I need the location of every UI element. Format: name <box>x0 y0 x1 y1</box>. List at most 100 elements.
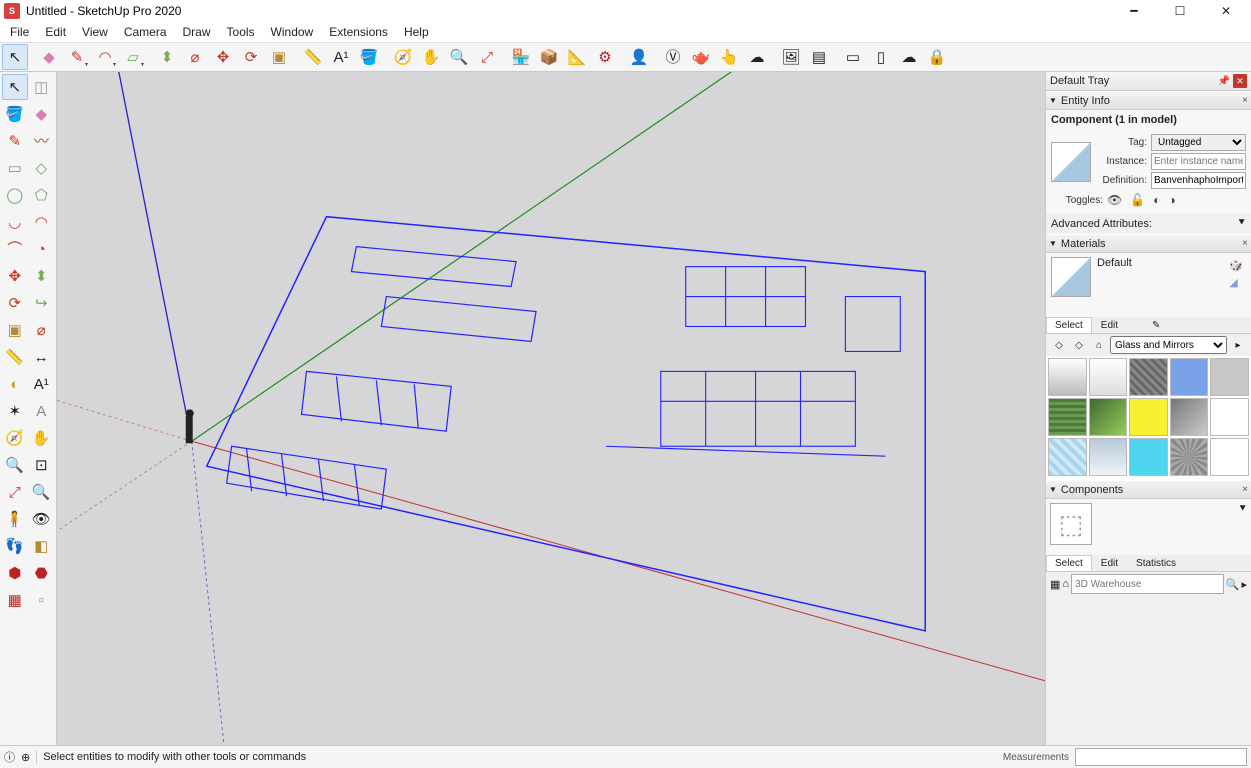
lt-polygon[interactable]: ⬠ <box>29 182 55 208</box>
toggle-shadow-icon[interactable]: ◐ <box>1153 193 1160 207</box>
framebuffer-icon[interactable]: 🖼 <box>778 44 804 70</box>
tag-select[interactable]: Untagged <box>1151 134 1246 151</box>
menu-file[interactable]: File <box>2 23 37 41</box>
lt-paint[interactable]: 🪣 <box>2 101 28 127</box>
lt-followme[interactable]: ↪ <box>29 290 55 316</box>
material-tile[interactable] <box>1089 398 1128 436</box>
menu-window[interactable]: Window <box>263 23 322 41</box>
rotate-tool[interactable]: ⟳ <box>238 44 264 70</box>
orbit-tool[interactable]: 🧭 <box>390 44 416 70</box>
paint-tool[interactable]: 🪣 <box>356 44 382 70</box>
instance-input[interactable] <box>1151 153 1246 170</box>
lt-circle[interactable]: ◯ <box>2 182 28 208</box>
material-tile[interactable] <box>1129 438 1168 476</box>
lt-walk[interactable]: 👣 <box>2 533 28 559</box>
lt-rectangle[interactable]: ▭ <box>2 155 28 181</box>
lt-offset[interactable]: ⌀ <box>29 317 55 343</box>
model-viewport[interactable] <box>57 72 1045 745</box>
warehouse-search-input[interactable] <box>1071 574 1224 594</box>
materials-close-icon[interactable]: × <box>1242 238 1248 249</box>
lt-freehand[interactable]: 〰 <box>29 128 55 154</box>
definition-input[interactable] <box>1151 172 1246 189</box>
mat-menu-icon[interactable]: ▸ <box>1229 336 1247 354</box>
tray-close-icon[interactable]: ✕ <box>1233 74 1247 88</box>
pushpull-tool[interactable]: ⬍ <box>154 44 180 70</box>
lt-ext2[interactable]: ⬣ <box>29 560 55 586</box>
lt-rotate[interactable]: ⟳ <box>2 290 28 316</box>
material-tile[interactable] <box>1170 358 1209 396</box>
pan-tool[interactable]: ✋ <box>418 44 444 70</box>
material-tile[interactable] <box>1210 438 1249 476</box>
lt-ext4[interactable]: ▫ <box>29 587 55 613</box>
lt-axes[interactable]: ✶ <box>2 398 28 424</box>
help-icon[interactable]: ⓘ <box>4 749 15 765</box>
component-expand-icon[interactable]: ⯆ <box>1238 503 1247 551</box>
line-tool[interactable]: ✎▾ <box>64 44 90 70</box>
viewport-2-icon[interactable]: ▯ <box>868 44 894 70</box>
material-tile[interactable] <box>1210 358 1249 396</box>
lt-ext3[interactable]: ▦ <box>2 587 28 613</box>
components-tab-edit[interactable]: Edit <box>1092 555 1127 571</box>
lt-dimension[interactable]: ↔ <box>29 344 55 370</box>
batch-render-icon[interactable]: ☁ <box>896 44 922 70</box>
lt-pie[interactable]: ◔ <box>29 236 55 262</box>
material-tile[interactable] <box>1048 358 1087 396</box>
material-tile[interactable] <box>1048 438 1087 476</box>
extension-warehouse-button[interactable]: 📦 <box>536 44 562 70</box>
lt-tape[interactable]: 📏 <box>2 344 28 370</box>
lt-protractor[interactable]: ◐ <box>2 371 28 397</box>
tray-header[interactable]: Default Tray 📌 ✕ <box>1046 72 1251 91</box>
entity-info-header[interactable]: ▼Entity Info× <box>1046 91 1251 110</box>
lt-3dtext[interactable]: A <box>29 398 55 424</box>
components-tab-stats[interactable]: Statistics <box>1127 555 1185 571</box>
lt-line[interactable]: ✎ <box>2 128 28 154</box>
layout-button[interactable]: 📐 <box>564 44 590 70</box>
lt-position-camera[interactable]: 🧍 <box>2 506 28 532</box>
lt-text[interactable]: A¹ <box>29 371 55 397</box>
lt-eraser[interactable]: ◆ <box>29 101 55 127</box>
lt-zoom-extents[interactable]: ⤢ <box>2 479 28 505</box>
lt-rotated-rect[interactable]: ◇ <box>29 155 55 181</box>
menu-camera[interactable]: Camera <box>116 23 175 41</box>
comp-view-icon[interactable]: ▦ <box>1050 578 1060 591</box>
viewport-1-icon[interactable]: ▭ <box>840 44 866 70</box>
lt-scale[interactable]: ▣ <box>2 317 28 343</box>
offset-tool[interactable]: ⌀ <box>182 44 208 70</box>
material-tile[interactable] <box>1129 398 1168 436</box>
menu-tools[interactable]: Tools <box>219 23 263 41</box>
lt-3pt-arc[interactable]: ⌒ <box>2 236 28 262</box>
lt-pan[interactable]: ✋ <box>29 425 55 451</box>
menu-draw[interactable]: Draw <box>175 23 219 41</box>
teapot-icon[interactable]: 🫖 <box>688 44 714 70</box>
lt-previous[interactable]: 🔍 <box>29 479 55 505</box>
lt-move[interactable]: ✥ <box>2 263 28 289</box>
mat-home-icon[interactable]: ⌂ <box>1090 336 1108 354</box>
material-tile[interactable] <box>1170 398 1209 436</box>
menu-help[interactable]: Help <box>396 23 437 41</box>
component-thumbnail[interactable]: ⬚ <box>1050 503 1092 545</box>
comp-home-icon[interactable]: ⌂ <box>1062 578 1069 590</box>
material-tile[interactable] <box>1089 358 1128 396</box>
lt-make-component[interactable]: ◫ <box>29 74 55 100</box>
lt-zoom[interactable]: 🔍 <box>2 452 28 478</box>
measurements-input[interactable] <box>1075 748 1247 766</box>
materials-tab-select[interactable]: Select <box>1046 317 1092 333</box>
lt-arc[interactable]: ◡ <box>2 209 28 235</box>
scale-tool[interactable]: ▣ <box>266 44 292 70</box>
components-header[interactable]: ▼Components× <box>1046 480 1251 499</box>
lt-section[interactable]: ◧ <box>29 533 55 559</box>
zoom-tool[interactable]: 🔍 <box>446 44 472 70</box>
expand-icon[interactable]: ⯆ <box>1237 217 1246 230</box>
search-icon[interactable]: 🔍 <box>1226 578 1240 591</box>
menu-extensions[interactable]: Extensions <box>321 23 396 41</box>
materials-library-select[interactable]: Glass and Mirrors <box>1110 336 1227 354</box>
material-tile[interactable] <box>1089 438 1128 476</box>
menu-edit[interactable]: Edit <box>37 23 74 41</box>
default-material-icon[interactable]: ◢ <box>1229 276 1243 289</box>
arc-tool[interactable]: ◠▾ <box>92 44 118 70</box>
toggle-visible-icon[interactable]: 👁 <box>1107 193 1122 207</box>
menu-view[interactable]: View <box>74 23 116 41</box>
material-tile[interactable] <box>1129 358 1168 396</box>
components-tab-select[interactable]: Select <box>1046 555 1092 571</box>
create-material-icon[interactable]: 🎲 <box>1229 259 1243 272</box>
